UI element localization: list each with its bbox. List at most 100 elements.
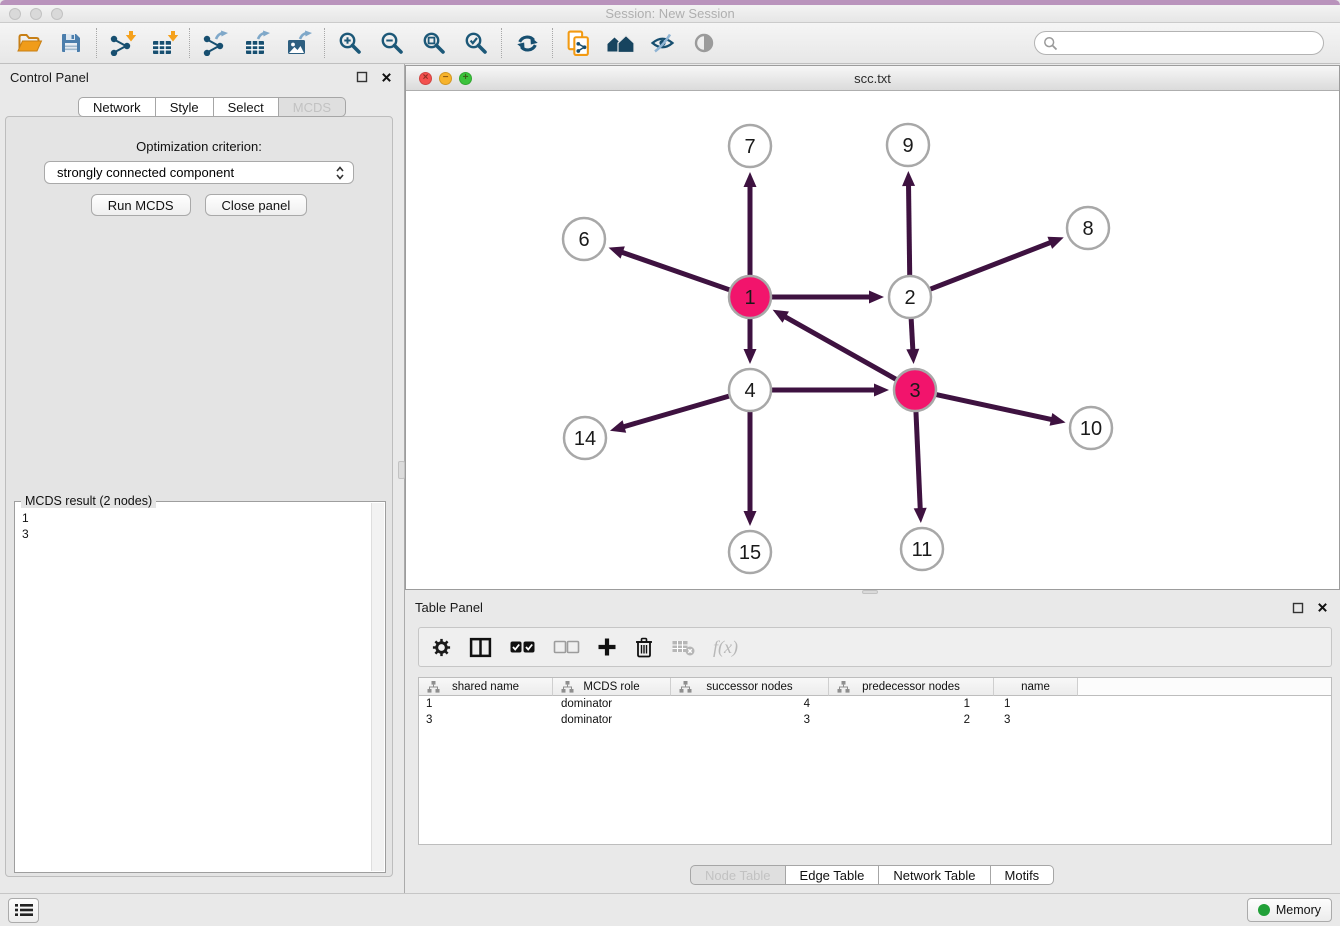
import-table-icon: [151, 30, 178, 56]
graph-node-4[interactable]: 4: [729, 369, 771, 411]
function-builder-button[interactable]: f(x): [713, 637, 738, 658]
graph-node-1[interactable]: 1: [729, 276, 771, 318]
import-table-button[interactable]: [143, 26, 185, 60]
create-column-button[interactable]: [597, 637, 617, 657]
table-row[interactable]: 3 dominator 3 2 3: [419, 712, 1331, 728]
graph-edge-4-14[interactable]: [610, 396, 730, 433]
graph-node-6[interactable]: 6: [563, 218, 605, 260]
save-session-button[interactable]: [50, 26, 92, 60]
task-history-button[interactable]: [8, 898, 39, 923]
tab-motifs[interactable]: Motifs: [991, 865, 1055, 885]
cell-shared-name[interactable]: 1: [419, 698, 553, 710]
apply-layout-button[interactable]: [506, 26, 548, 60]
graph-node-11[interactable]: 11: [901, 528, 943, 570]
network-graph[interactable]: 1 2 3 4 6 7 8 9 10 11 14 15: [406, 91, 1339, 589]
export-table-button[interactable]: [236, 26, 278, 60]
table-mode-button[interactable]: [431, 637, 452, 658]
tab-node-table[interactable]: Node Table: [690, 865, 786, 885]
zoom-selected-button[interactable]: [455, 26, 497, 60]
deselect-all-button[interactable]: [553, 640, 580, 654]
graph-node-14[interactable]: 14: [564, 417, 606, 459]
graph-edge-2-9[interactable]: [902, 171, 915, 276]
cell-successor-nodes[interactable]: 4: [671, 698, 829, 710]
graph-edge-4-15[interactable]: [744, 411, 757, 526]
zoom-out-button[interactable]: [371, 26, 413, 60]
graph-node-15[interactable]: 15: [729, 531, 771, 573]
cell-name[interactable]: 1: [994, 698, 1078, 710]
export-table-icon: [244, 30, 271, 56]
cell-shared-name[interactable]: 3: [419, 714, 553, 726]
show-all-button[interactable]: [683, 26, 725, 60]
close-panel-button[interactable]: [378, 69, 394, 85]
hide-selected-button[interactable]: [641, 26, 683, 60]
column-label: predecessor nodes: [862, 681, 960, 693]
table-row[interactable]: 1 dominator 4 1 1: [419, 696, 1331, 712]
graph-node-2[interactable]: 2: [889, 276, 931, 318]
tab-mcds[interactable]: MCDS: [279, 97, 346, 117]
cell-mcds-role[interactable]: dominator: [553, 714, 671, 726]
table-float-button[interactable]: [1290, 600, 1306, 616]
export-network-button[interactable]: [194, 26, 236, 60]
close-panel-action-button[interactable]: Close panel: [205, 194, 308, 216]
run-mcds-button[interactable]: Run MCDS: [91, 194, 191, 216]
node-table: shared name MCDS role successor nodes pr…: [418, 677, 1332, 845]
graph-edge-3-1[interactable]: [773, 310, 897, 380]
vertical-splitter-handle[interactable]: [398, 461, 405, 479]
table-close-button[interactable]: [1314, 600, 1330, 616]
horizontal-splitter-handle[interactable]: [862, 590, 878, 594]
delete-table-button[interactable]: [671, 637, 696, 657]
tab-network-table[interactable]: Network Table: [879, 865, 990, 885]
memory-dot: [1258, 904, 1270, 916]
cell-predecessor-nodes[interactable]: 2: [829, 714, 994, 726]
graph-edge-3-11[interactable]: [914, 411, 927, 523]
show-columns-button[interactable]: [469, 637, 492, 658]
criterion-select[interactable]: strongly connected component: [44, 161, 354, 184]
graph-edge-1-7[interactable]: [744, 172, 757, 276]
gear-icon: [431, 637, 452, 658]
column-header-mcds-role[interactable]: MCDS role: [553, 678, 671, 696]
graph-edge-4-3[interactable]: [771, 384, 889, 397]
column-header-name[interactable]: name: [994, 678, 1078, 696]
new-network-from-selection-button[interactable]: [557, 26, 599, 60]
open-file-button[interactable]: [8, 26, 50, 60]
mcds-result-text[interactable]: 1 3: [15, 504, 371, 872]
zoom-in-button[interactable]: [329, 26, 371, 60]
graph-node-10[interactable]: 10: [1070, 407, 1112, 449]
first-neighbors-button[interactable]: [599, 26, 641, 60]
column-header-predecessor-nodes[interactable]: predecessor nodes: [829, 678, 994, 696]
cell-predecessor-nodes[interactable]: 1: [829, 698, 994, 710]
result-scrollbar[interactable]: [371, 503, 384, 871]
graph-node-3[interactable]: 3: [894, 369, 936, 411]
zoom-selected-icon: [463, 30, 489, 56]
graph-node-7[interactable]: 7: [729, 125, 771, 167]
graph-edge-3-10[interactable]: [936, 394, 1066, 425]
tab-edge-table[interactable]: Edge Table: [786, 865, 880, 885]
float-panel-button[interactable]: [354, 69, 370, 85]
table-tabs: Node Table Edge Table Network Table Moti…: [690, 865, 1054, 885]
network-canvas[interactable]: 1 2 3 4 6 7 8 9 10 11 14 15: [406, 91, 1339, 589]
float-icon: [356, 71, 368, 83]
graph-node-9[interactable]: 9: [887, 124, 929, 166]
cell-mcds-role[interactable]: dominator: [553, 698, 671, 710]
zoom-fit-button[interactable]: [413, 26, 455, 60]
column-header-shared-name[interactable]: shared name: [419, 678, 553, 696]
graph-node-8[interactable]: 8: [1067, 207, 1109, 249]
tab-style[interactable]: Style: [156, 97, 214, 117]
graph-edge-2-3[interactable]: [906, 318, 919, 364]
cell-name[interactable]: 3: [994, 714, 1078, 726]
graph-edge-1-4[interactable]: [744, 318, 757, 364]
graph-edge-1-6[interactable]: [609, 246, 731, 290]
cell-successor-nodes[interactable]: 3: [671, 714, 829, 726]
export-image-button[interactable]: [278, 26, 320, 60]
tab-network[interactable]: Network: [78, 97, 156, 117]
memory-button[interactable]: Memory: [1247, 898, 1332, 922]
clone-network-icon: [566, 30, 591, 57]
delete-column-button[interactable]: [634, 636, 654, 658]
search-input[interactable]: [1063, 36, 1315, 51]
column-header-successor-nodes[interactable]: successor nodes: [671, 678, 829, 696]
graph-edge-2-8[interactable]: [930, 237, 1064, 290]
select-all-button[interactable]: [509, 640, 536, 654]
graph-edge-1-2[interactable]: [771, 291, 884, 304]
import-network-button[interactable]: [101, 26, 143, 60]
tab-select[interactable]: Select: [214, 97, 279, 117]
